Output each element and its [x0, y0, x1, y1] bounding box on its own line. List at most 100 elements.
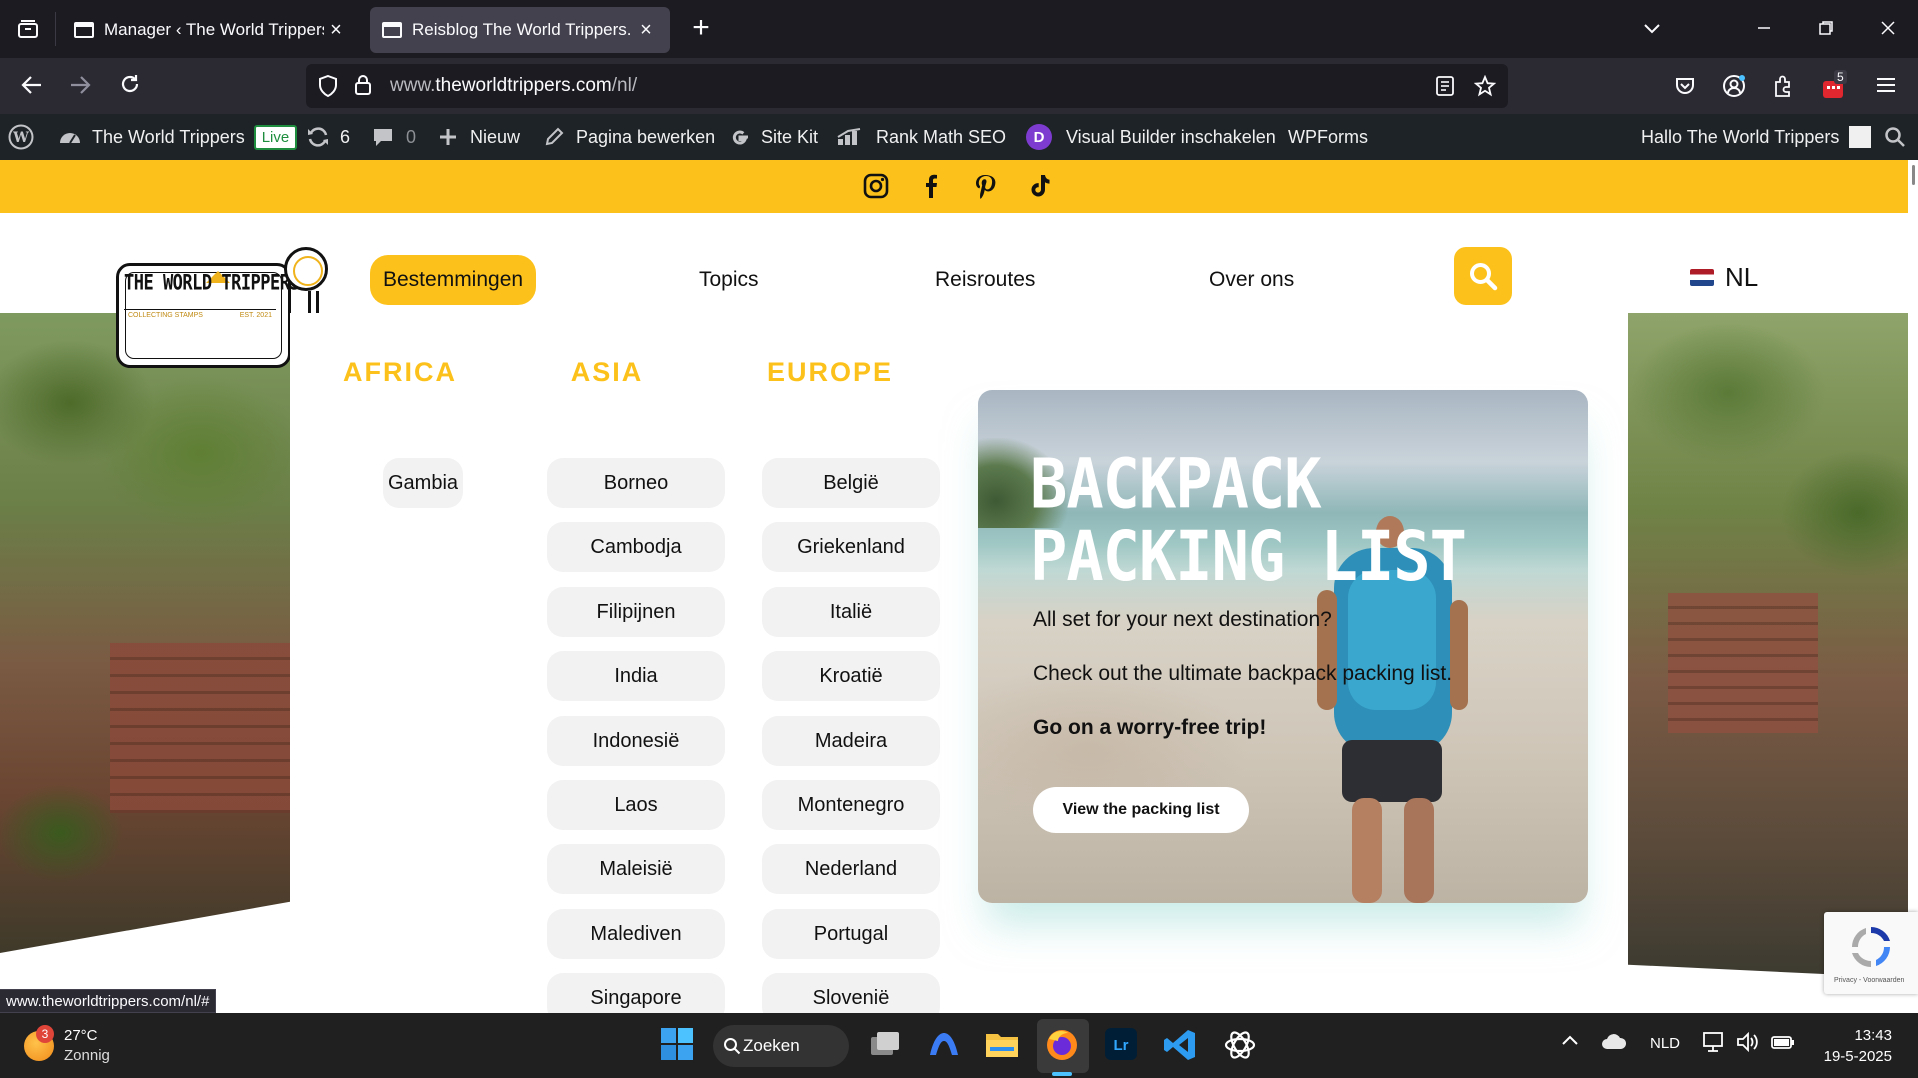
reload-button[interactable] [112, 68, 148, 104]
shield-icon[interactable] [318, 75, 338, 97]
destination-link[interactable]: Malediven [547, 909, 725, 959]
chevron-down-icon [1644, 24, 1660, 34]
system-clock[interactable]: 13:43 19-5-2025 [1812, 1025, 1892, 1067]
page-scrollbar[interactable] [1908, 160, 1918, 1013]
lightroom-app[interactable]: Lr [1104, 1027, 1142, 1065]
destination-link[interactable]: Laos [547, 780, 725, 830]
destination-link[interactable]: Griekenland [762, 522, 940, 572]
url-text[interactable]: www.theworldtrippers.com/nl/ [390, 75, 637, 97]
hamburger-menu-icon[interactable] [1876, 76, 1896, 94]
destination-link[interactable]: Portugal [762, 909, 940, 959]
volume-button[interactable] [1736, 1031, 1774, 1069]
destination-link[interactable]: Borneo [547, 458, 725, 508]
destination-link[interactable]: Cambodja [547, 522, 725, 572]
restore-button[interactable] [1806, 10, 1846, 48]
tab-list-button[interactable] [0, 0, 56, 58]
taskbar-search[interactable]: Zoeken [713, 1025, 849, 1067]
close-tab-icon[interactable]: × [634, 19, 658, 42]
visual-builder-label: Visual Builder inschakelen [1066, 126, 1276, 147]
chatgpt-app[interactable] [1222, 1027, 1260, 1065]
bookmark-star-icon[interactable] [1474, 75, 1496, 97]
show-hidden-icons-button[interactable] [1560, 1033, 1598, 1071]
file-explorer-app[interactable] [984, 1027, 1022, 1065]
admin-search-button[interactable] [1884, 114, 1906, 160]
firefox-app[interactable] [1044, 1027, 1082, 1065]
new-tab-button[interactable]: + [684, 12, 718, 46]
destination-link[interactable]: Indonesië [547, 716, 725, 766]
destination-link[interactable]: Maleisië [547, 844, 725, 894]
destination-link[interactable]: Singapore [547, 973, 725, 1013]
menu-bestemmingen[interactable]: Bestemmingen [370, 255, 537, 305]
copilot-app[interactable] [926, 1027, 964, 1065]
destination-link[interactable]: Filipijnen [547, 587, 725, 637]
windows-taskbar: 3 27°C Zonnig Zoeken Lr NLD 13:43 19-5-2… [0, 1013, 1918, 1078]
wpforms-button[interactable]: WPForms [1288, 114, 1368, 160]
back-button[interactable] [14, 68, 50, 104]
network-button[interactable] [1702, 1031, 1740, 1069]
sitekit-label: Site Kit [761, 126, 819, 147]
reader-view-icon[interactable] [1436, 76, 1454, 96]
account-icon[interactable] [1722, 74, 1746, 98]
addon-button[interactable]: 5 [1822, 70, 1848, 100]
destination-link[interactable]: Montenegro [762, 780, 940, 830]
close-tab-icon[interactable]: × [324, 19, 348, 42]
site-search-button[interactable] [1454, 247, 1512, 305]
active-app-indicator [1052, 1072, 1072, 1076]
folder-icon [986, 1034, 1018, 1057]
destination-link[interactable]: Gambia [383, 458, 463, 508]
battery-button[interactable] [1770, 1031, 1808, 1069]
search-icon [724, 1038, 741, 1055]
pocket-icon[interactable] [1674, 75, 1696, 97]
destination-link[interactable]: Madeira [762, 716, 940, 766]
new-content-button[interactable]: Nieuw [438, 114, 520, 160]
destination-link[interactable]: Italië [762, 587, 940, 637]
instagram-link[interactable] [863, 173, 891, 201]
tab-reisblog[interactable]: Reisblog The World Trippers. Vo × [370, 7, 670, 53]
pinterest-link[interactable] [972, 173, 1000, 201]
wp-logo-button[interactable]: W [8, 114, 34, 160]
clock-date: 19-5-2025 [1823, 1048, 1892, 1065]
ruins-illustration [110, 643, 290, 813]
destination-link[interactable]: Kroatië [762, 651, 940, 701]
address-bar[interactable]: www.theworldtrippers.com/nl/ [306, 64, 1508, 108]
close-window-button[interactable] [1868, 10, 1908, 48]
recaptcha-links[interactable]: Privacy - Voorwaarden [1834, 977, 1904, 984]
tiktok-link[interactable] [1027, 173, 1055, 201]
recaptcha-badge[interactable]: Privacy - Voorwaarden [1824, 912, 1918, 994]
task-view-button[interactable] [868, 1027, 906, 1065]
my-account-menu[interactable]: Hallo The World Trippers [1641, 114, 1872, 160]
scrollbar-thumb[interactable] [1912, 165, 1915, 185]
menu-over-ons[interactable]: Over ons [1209, 255, 1294, 305]
facebook-link[interactable] [918, 173, 946, 201]
lock-icon[interactable] [354, 74, 372, 96]
vscode-app[interactable] [1162, 1027, 1200, 1065]
extensions-icon[interactable] [1772, 74, 1794, 98]
language-switcher[interactable]: NL [1690, 257, 1758, 297]
card-title-line2: PACKING LIST [1030, 516, 1467, 597]
view-packing-list-button[interactable]: View the packing list [1033, 787, 1249, 833]
weather-widget[interactable]: 3 27°C Zonnig [24, 1025, 110, 1066]
minimize-button[interactable] [1744, 10, 1784, 48]
site-name-menu[interactable]: The World Trippers Live [58, 114, 298, 160]
site-kit-button[interactable]: Site Kit [729, 114, 818, 160]
card-text-3: Go on a worry-free trip! [1033, 716, 1267, 739]
visual-builder-button[interactable]: D Visual Builder inschakelen [1026, 114, 1276, 160]
destination-link[interactable]: België [762, 458, 940, 508]
destination-link[interactable]: India [547, 651, 725, 701]
rank-math-button[interactable]: Rank Math SEO [836, 114, 1006, 160]
tab-manager[interactable]: Manager ‹ The World Trippers — × [62, 7, 360, 53]
destination-link[interactable]: Slovenië [762, 973, 940, 1013]
menu-reisroutes[interactable]: Reisroutes [935, 255, 1035, 305]
updates-button[interactable]: 6 [306, 114, 350, 160]
edit-page-button[interactable]: Pagina bewerken [544, 114, 715, 160]
menu-topics[interactable]: Topics [699, 255, 759, 305]
list-all-tabs-button[interactable] [1632, 10, 1672, 48]
start-button[interactable] [660, 1027, 698, 1065]
lightroom-icon: Lr [1105, 1028, 1137, 1060]
input-language[interactable]: NLD [1650, 1035, 1680, 1052]
destination-link[interactable]: Nederland [762, 844, 940, 894]
onedrive-button[interactable] [1600, 1031, 1638, 1069]
forward-button[interactable] [62, 68, 98, 104]
comments-button[interactable]: 0 [372, 114, 416, 160]
background-photo-left [0, 313, 290, 953]
